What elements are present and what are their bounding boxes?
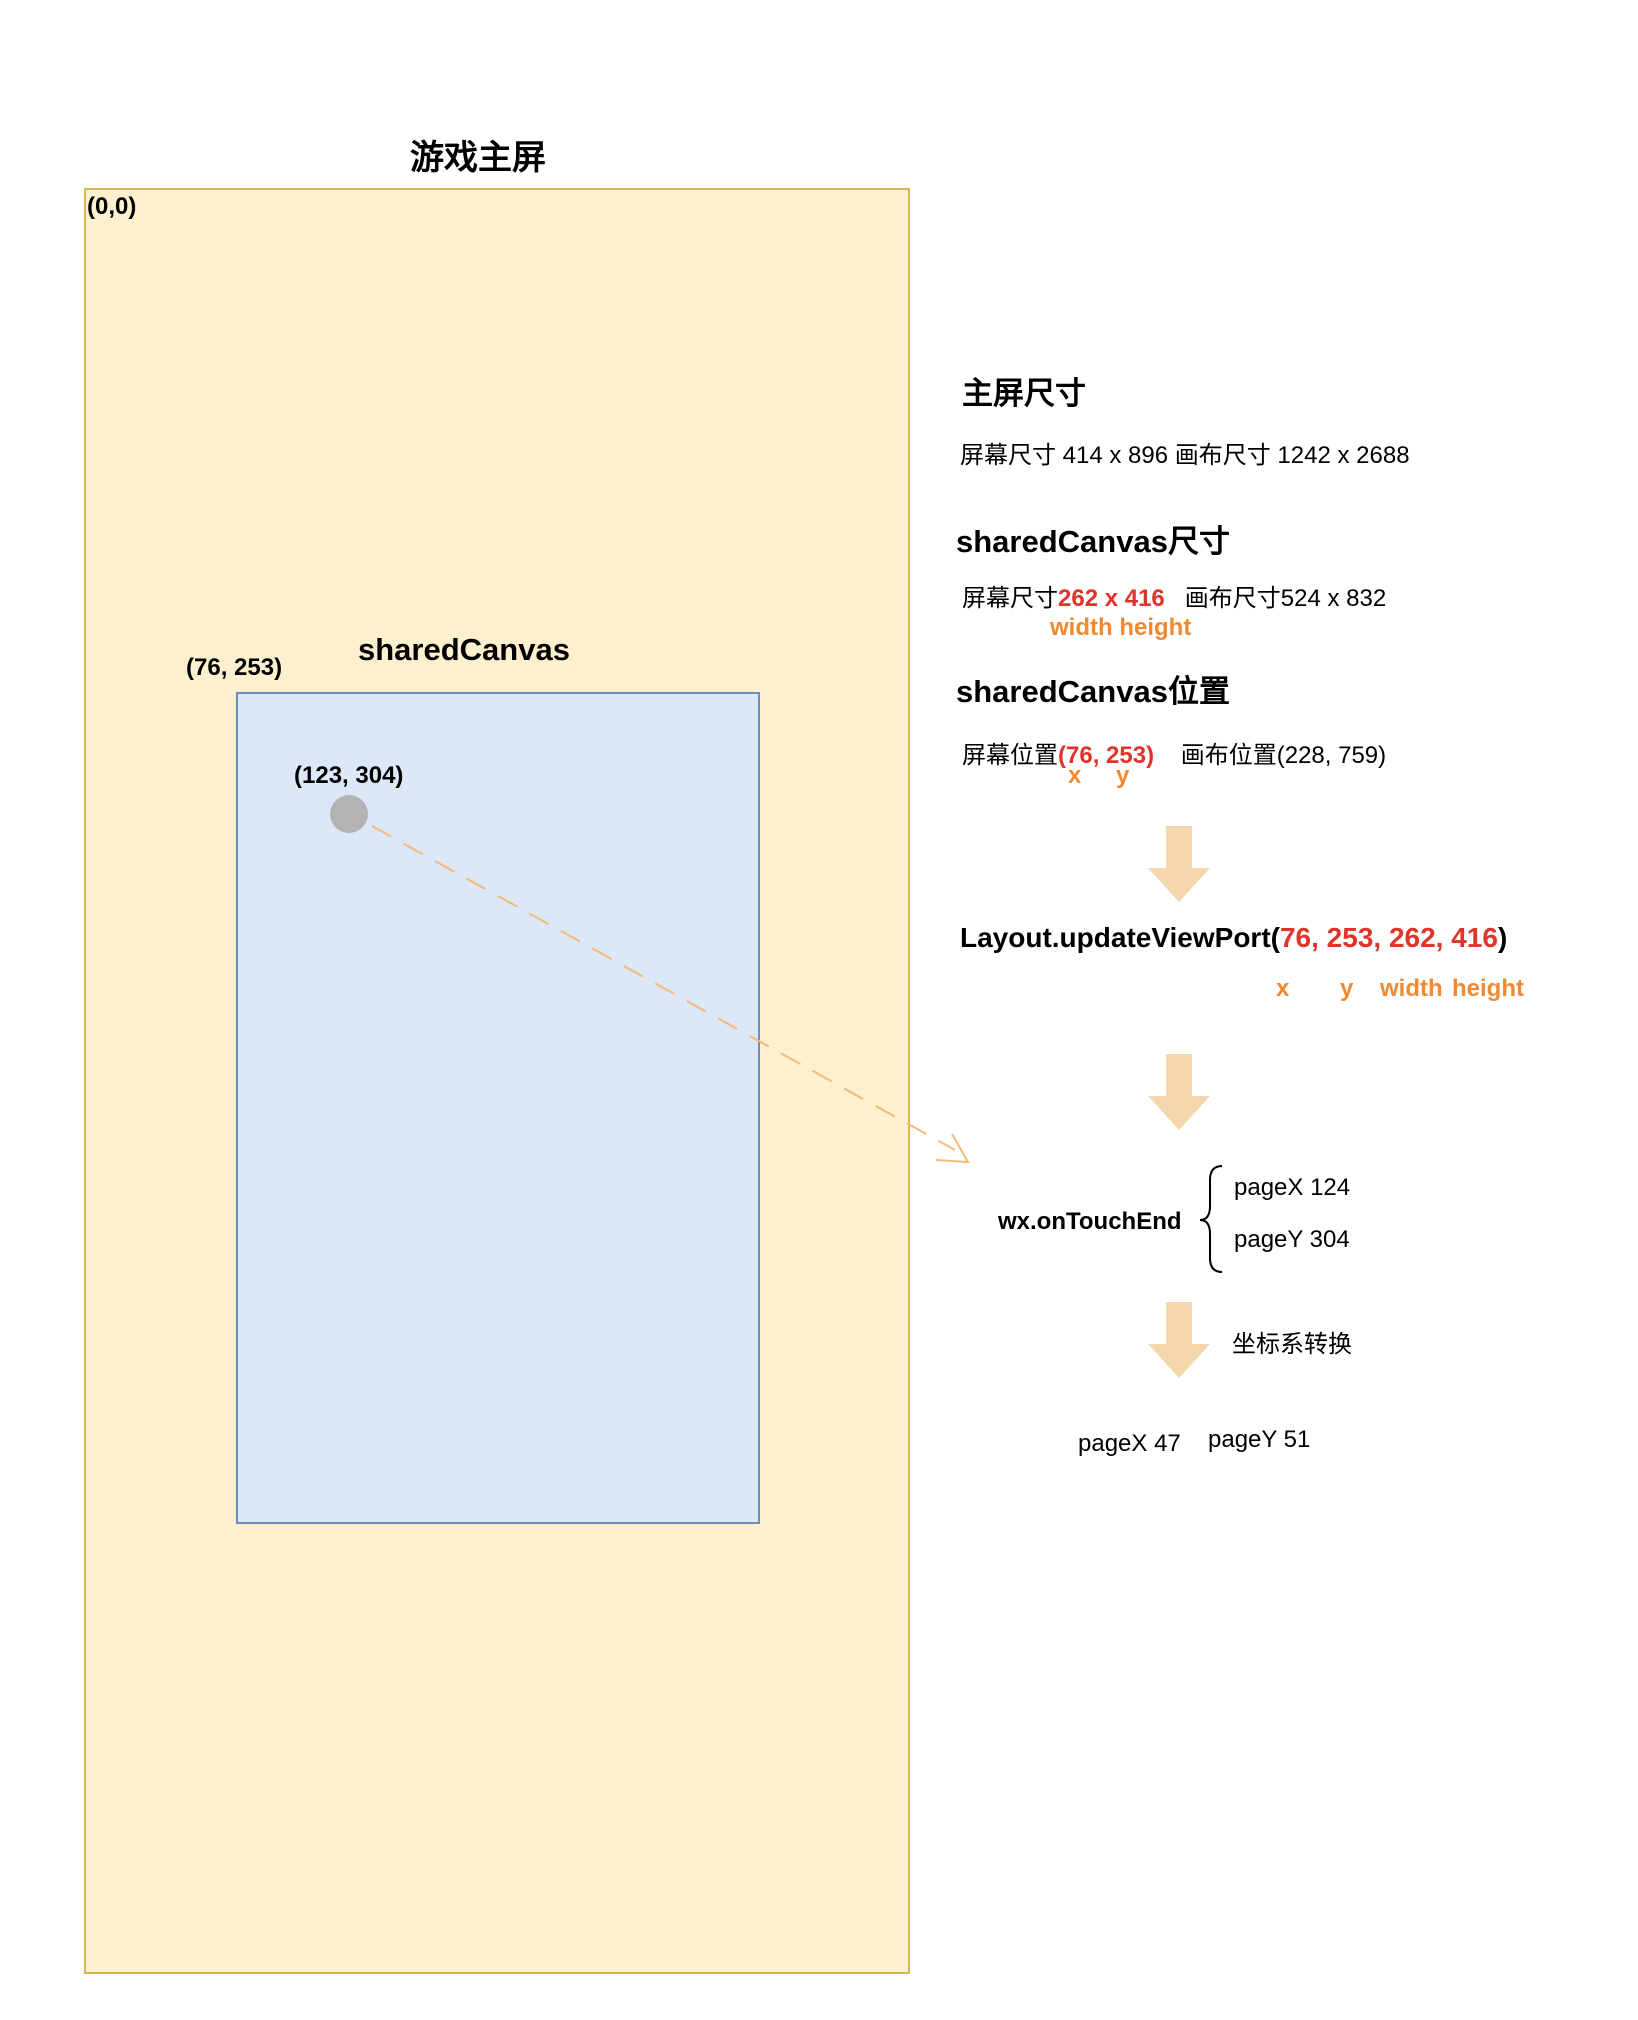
- canvas-size-value: 262 x 416: [1058, 585, 1165, 612]
- layout-call: Layout.updateViewPort(76, 253, 262, 416): [960, 922, 1507, 954]
- canvas-pos-prefix: 屏幕位置: [962, 742, 1058, 769]
- canvas-size-hint: width height: [1050, 614, 1192, 641]
- canvas-pos-heading: sharedCanvas位置: [956, 674, 1230, 709]
- layout-call-suffix: ): [1497, 922, 1508, 953]
- canvas-pos-hint-x: x: [1068, 762, 1082, 789]
- layout-hint-y: y: [1340, 975, 1354, 1002]
- canvas-size-line: 屏幕尺寸262 x 416 画布尺寸524 x 832: [962, 578, 1386, 613]
- touch-event-label: wx.onTouchEnd: [998, 1208, 1182, 1235]
- main-size-line: 屏幕尺寸 414 x 896 画布尺寸 1242 x 2688: [960, 442, 1410, 469]
- touch-page-x: pageX 124: [1234, 1174, 1351, 1201]
- touch-values-brace: [1199, 1165, 1223, 1273]
- result-page-y: pageY 51: [1208, 1426, 1311, 1453]
- layout-hint-x: x: [1276, 975, 1290, 1002]
- canvas-size-prefix: 屏幕尺寸: [962, 585, 1058, 612]
- canvas-size-suffix: 画布尺寸524 x 832: [1184, 585, 1387, 612]
- flow-arrow-3: [1148, 1302, 1210, 1378]
- transform-label: 坐标系转换: [1232, 1331, 1352, 1358]
- layout-call-args: 76, 253, 262, 416: [1279, 922, 1498, 953]
- main-size-heading: 主屏尺寸: [962, 376, 1086, 411]
- canvas-pos-line: 屏幕位置(76, 253) 画布位置(228, 759): [962, 735, 1386, 770]
- flow-arrow-2: [1148, 1054, 1210, 1130]
- canvas-pos-hint-y: y: [1116, 762, 1130, 789]
- diagram-overlay: [371, 825, 1223, 1378]
- layout-hint-width: width: [1380, 975, 1443, 1002]
- flow-arrow-1: [1148, 826, 1210, 902]
- canvas-size-heading: sharedCanvas尺寸: [956, 524, 1230, 559]
- result-page-x: pageX 47: [1078, 1430, 1181, 1457]
- layout-hint-height: height: [1452, 975, 1524, 1002]
- layout-call-prefix: Layout.updateViewPort(: [960, 922, 1280, 953]
- touch-mapping-dashed-line: [371, 825, 956, 1151]
- touch-page-y: pageY 304: [1234, 1226, 1350, 1253]
- canvas-pos-suffix: 画布位置(228, 759): [1180, 742, 1387, 769]
